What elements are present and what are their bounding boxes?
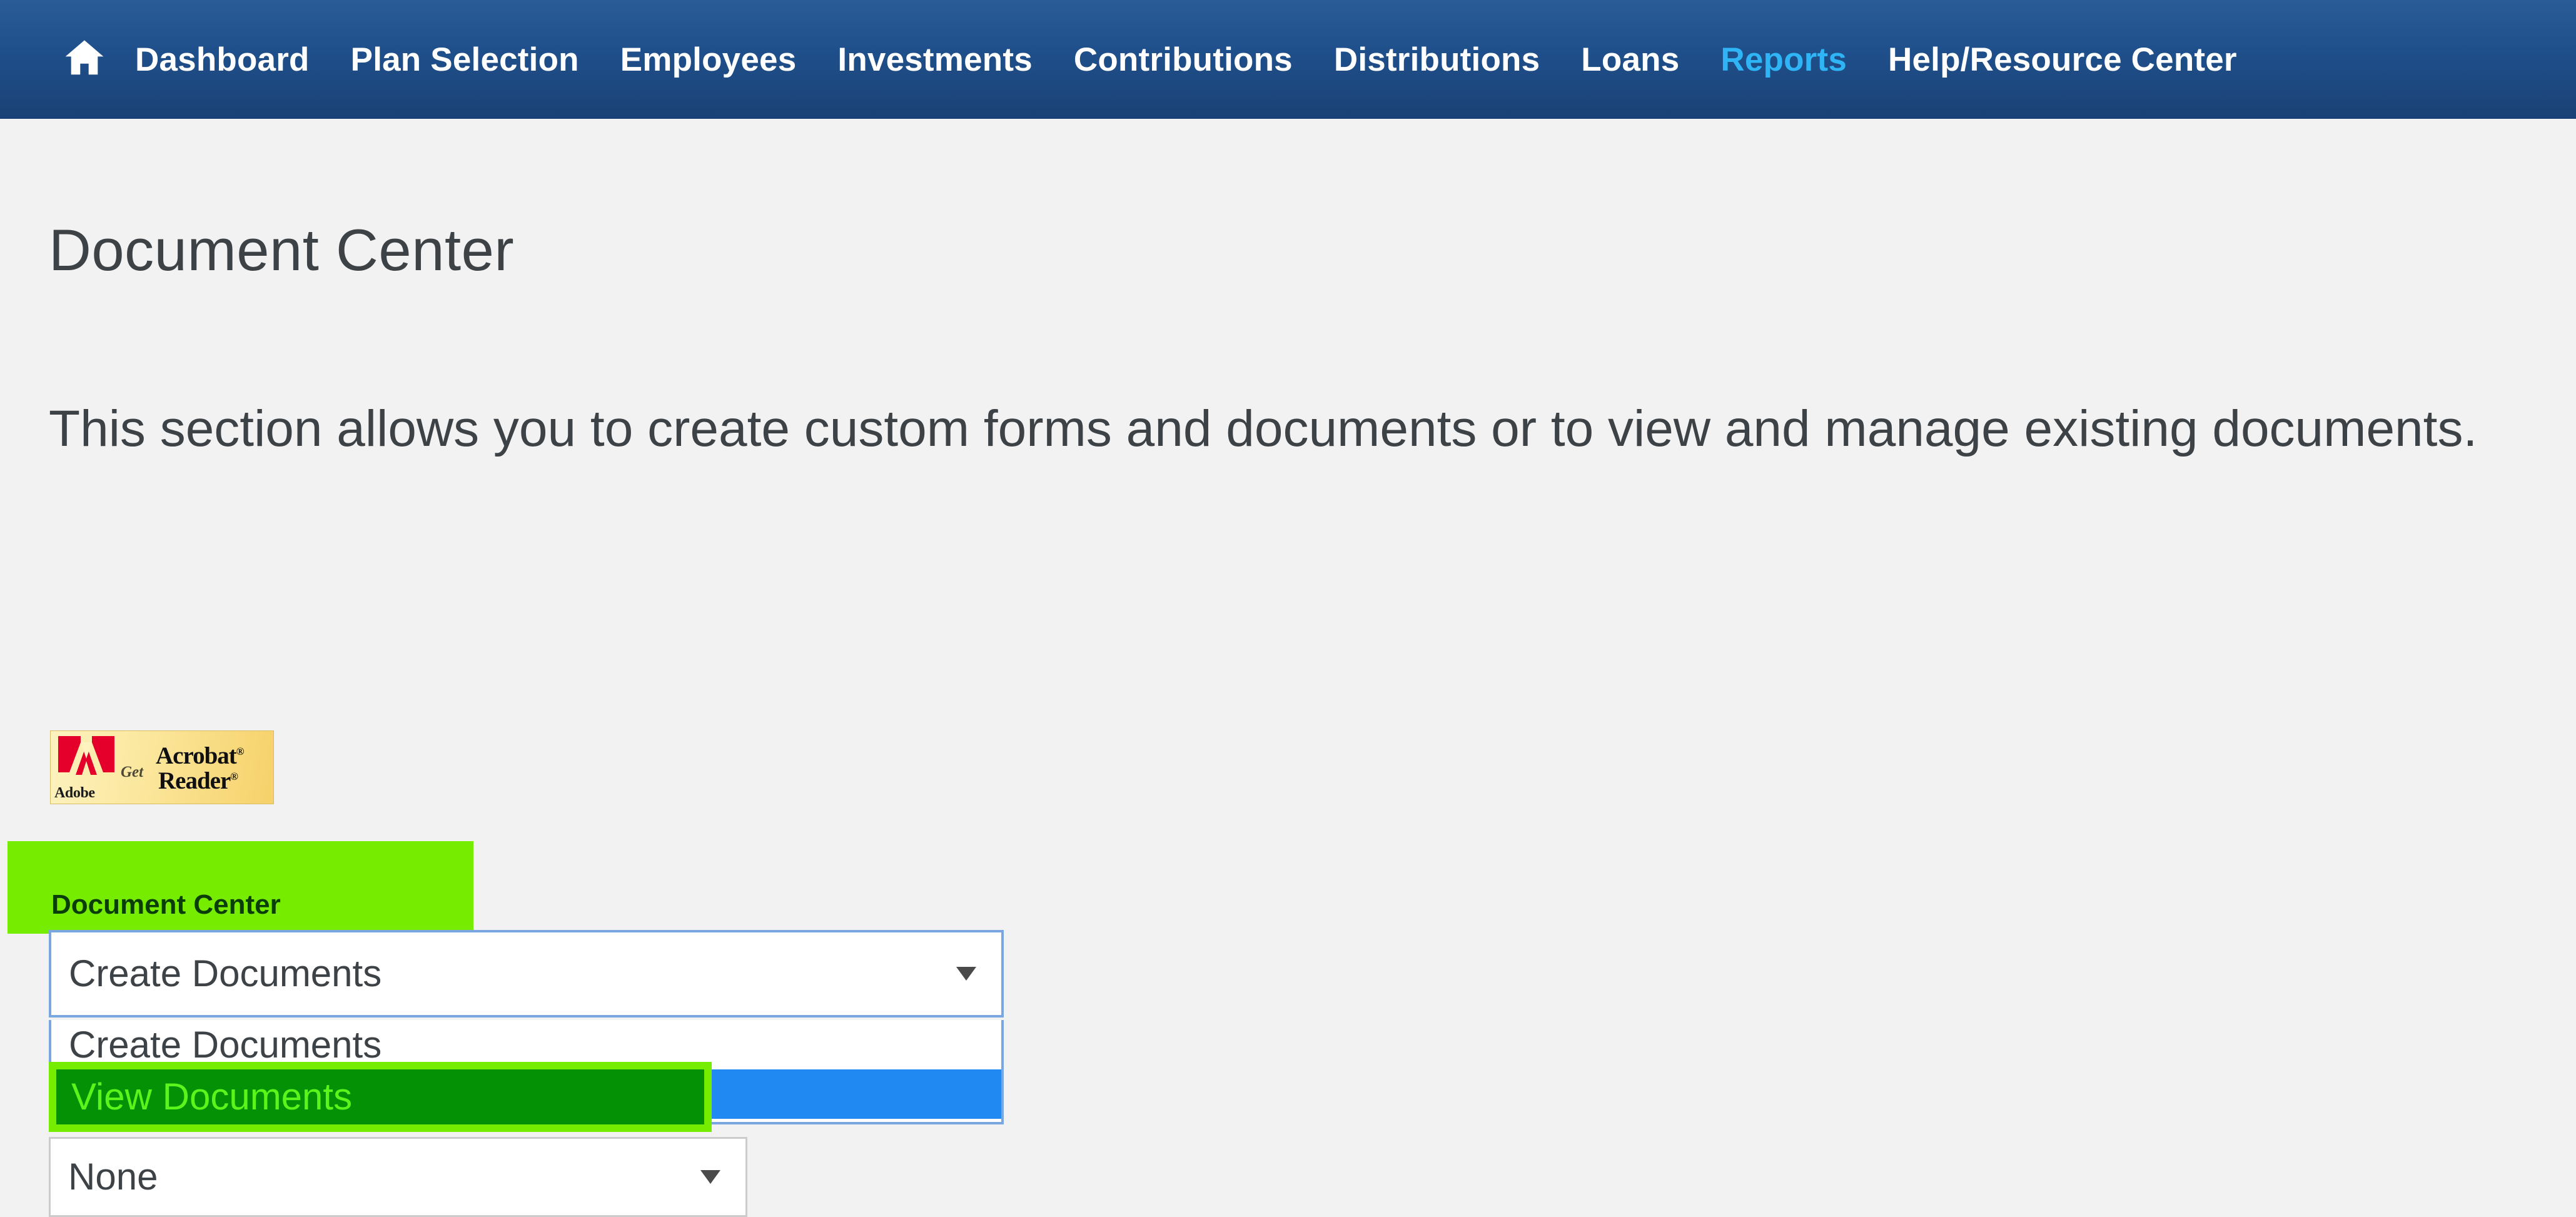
chevron-down-icon: [956, 967, 976, 981]
annotation-view-documents-text: View Documents: [71, 1076, 353, 1118]
main-navigation-bar: Dashboard Plan Selection Employees Inves…: [0, 0, 2576, 119]
document-center-select[interactable]: Create Documents: [49, 930, 1004, 1018]
nav-item-help-resource-center[interactable]: Help/Resource Center: [1888, 43, 2237, 76]
page-content: Document Center This section allows you …: [0, 119, 2576, 1217]
document-center-field-label: Document Center: [51, 889, 281, 920]
nav-item-reports[interactable]: Reports: [1720, 43, 1847, 76]
registered-mark-icon: ®: [236, 745, 245, 757]
adobe-logo-icon: [58, 736, 114, 775]
acrobat-word-text: Acrobat®: [156, 742, 245, 769]
page-description: This section allows you to create custom…: [49, 400, 2478, 457]
annotation-document-center-label: Document Center: [8, 841, 473, 934]
nav-item-employees[interactable]: Employees: [620, 43, 797, 76]
acrobat-get-text: Get: [121, 764, 144, 780]
home-icon[interactable]: [61, 36, 108, 80]
annotation-view-documents-highlight: View Documents: [49, 1062, 712, 1132]
acrobat-reader-word-text: Reader®: [158, 767, 238, 794]
nav-item-dashboard[interactable]: Dashboard: [135, 43, 310, 76]
nav-item-investments[interactable]: Investments: [837, 43, 1032, 76]
plan-select[interactable]: None: [49, 1137, 747, 1217]
registered-mark-icon: ®: [230, 770, 238, 782]
nav-item-plan-selection[interactable]: Plan Selection: [351, 43, 579, 76]
adobe-brand-text: Adobe: [54, 785, 95, 801]
nav-item-loans[interactable]: Loans: [1581, 43, 1679, 76]
plan-select-value: None: [68, 1156, 158, 1198]
page-title: Document Center: [49, 216, 515, 283]
nav-item-distributions[interactable]: Distributions: [1334, 43, 1540, 76]
document-center-select-value: Create Documents: [69, 952, 382, 994]
chevron-down-icon: [700, 1170, 720, 1184]
get-acrobat-reader-badge[interactable]: Adobe Get Acrobat® Reader®: [50, 730, 274, 804]
nav-item-contributions[interactable]: Contributions: [1074, 43, 1293, 76]
